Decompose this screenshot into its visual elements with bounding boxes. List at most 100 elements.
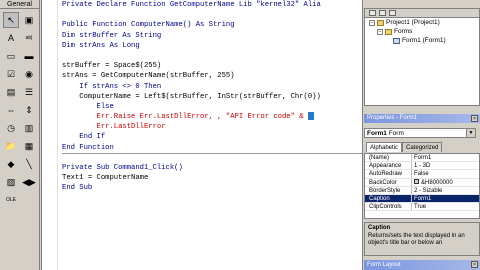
code-line[interactable]: Private Declare Function GetComputerName… [62,0,362,10]
code-line[interactable]: Dim strAns As Long [62,41,362,51]
object-type: Form [388,130,404,137]
description-text: Returns/sets the text displayed in an ob… [368,233,465,247]
label-icon[interactable]: A [3,30,19,46]
properties-title-text: Properties - Form1 [367,115,418,121]
code-editor[interactable]: Private Declare Function GetComputerName… [41,0,363,270]
tree-item-project[interactable]: − Project1 (Project1) [369,18,479,27]
line-icon[interactable]: ╲ [21,156,37,172]
hscroll-icon[interactable]: ⇔ [3,102,19,118]
property-name: AutoRedraw [365,170,412,178]
code-line[interactable]: If strAns <> 0 Then [62,82,362,92]
combobox-icon[interactable]: ▤ [3,84,19,100]
toolbox-title: General [0,0,39,9]
tab-alphabetic[interactable]: Alphabetic [366,142,403,152]
object-name: Form1 [367,130,387,137]
frame-icon[interactable]: ▭ [3,48,19,64]
data-icon[interactable]: ◀▶ [21,174,37,190]
property-value-text: &H8000000 [421,179,453,186]
property-value[interactable]: True [412,203,479,210]
form-layout-title: Form Layout × [364,260,480,270]
code-line[interactable]: Text1 = ComputerName [62,173,362,183]
view-object-icon[interactable] [379,10,386,16]
textbox-icon[interactable]: ab| [21,30,37,46]
property-value[interactable]: &H8000000 [412,179,479,186]
project-tree: − Project1 (Project1) − Forms Form1 (For… [365,18,479,45]
optionbutton-icon[interactable]: ◉ [21,66,37,82]
property-row[interactable]: Caption Form1 [365,194,479,204]
project-icon [377,19,384,26]
tree-item-forms[interactable]: − Forms [369,27,479,36]
property-name: Caption [365,194,412,203]
code-line[interactable]: Private Sub Command1_Click() [62,163,362,173]
property-name: BorderStyle [365,186,412,194]
caret-marker [307,112,314,121]
property-value[interactable]: False [412,170,479,177]
tree-item-form1[interactable]: Form1 (Form1) [369,36,479,45]
toolbox: General ↖ ▣ Aab| ▭ ▬ ☑ ◉ ▤ ☰ ⇔ ⇕ ◷ ▥ 📁 ▦ ◆ ╲ ▨ ◀▶ OLE [0,0,40,270]
filelist-icon[interactable]: ▦ [21,138,37,154]
code-line[interactable] [62,10,362,20]
collapse-icon[interactable]: − [377,28,383,35]
object-selector[interactable]: Form1 Form ▼ [364,128,476,138]
code-line[interactable] [62,51,362,61]
collapse-icon[interactable]: − [369,19,375,26]
properties-grid: (Name) Form1 Appearance 1 - 3D AutoRedraw Fal… [364,153,480,219]
view-code-icon[interactable] [369,10,376,16]
vscroll-icon[interactable]: ⇕ [21,102,37,118]
picturebox-icon[interactable]: ▣ [21,12,37,28]
property-name: ClipControls [365,203,412,211]
property-value[interactable]: Form1 [412,154,479,161]
code-line[interactable] [62,152,362,163]
forms-label: Forms [394,28,413,35]
property-row[interactable]: AutoRedraw False [365,170,479,179]
code-line[interactable]: Dim strBuffer As String [62,31,362,41]
close-icon[interactable]: × [471,261,478,268]
properties-tabs: Alphabetic Categorized [366,142,443,152]
code-text[interactable]: Private Declare Function GetComputerName… [62,0,362,194]
image-icon[interactable]: ▨ [3,174,19,190]
property-row[interactable]: ClipControls True [365,203,479,212]
code-line[interactable]: ComputerName = Left$(strBuffer, InStr(st… [62,92,362,102]
dirlist-icon[interactable]: 📁 [3,138,19,154]
code-gutter [42,0,58,270]
drivelist-icon[interactable]: ▥ [21,120,37,136]
project-explorer: − Project1 (Project1) − Forms Form1 (For… [364,8,480,106]
close-icon[interactable]: × [471,115,478,122]
form-layout-title-text: Form Layout [367,262,401,268]
property-description: Caption Returns/sets the text displayed … [364,222,480,256]
listbox-icon[interactable]: ☰ [21,84,37,100]
code-line[interactable]: strAns = GetComputerName(strBuffer, 255) [62,71,362,81]
code-line[interactable]: strBuffer = Space$(255) [62,61,362,71]
property-row[interactable]: (Name) Form1 [365,154,479,163]
toggle-folders-icon[interactable] [389,10,396,16]
tab-categorized[interactable]: Categorized [402,142,443,152]
description-title: Caption [368,225,391,231]
code-line[interactable]: End If [62,132,362,142]
property-row[interactable]: Appearance 1 - 3D [365,162,479,171]
properties-title: Properties - Form1 × [364,114,480,123]
timer-icon[interactable]: ◷ [3,120,19,136]
shape-icon[interactable]: ◆ [3,156,19,172]
code-line[interactable]: Public Function ComputerName() As String [62,20,362,30]
ole-icon[interactable]: OLE [3,192,19,208]
property-value[interactable]: 2 - Sizable [412,187,479,194]
pointer-icon[interactable]: ↖ [3,12,19,28]
property-name: Appearance [365,162,412,170]
project-toolbar [365,9,479,18]
property-row[interactable]: BackColor &H8000000 [365,178,479,187]
code-line[interactable]: Else [62,102,362,112]
right-dock: − Project1 (Project1) − Forms Form1 (For… [364,0,480,270]
commandbutton-icon[interactable]: ▬ [21,48,37,64]
project-label: Project1 (Project1) [386,19,440,26]
chevron-down-icon[interactable]: ▼ [466,129,475,137]
code-line[interactable]: Err.Raise Err.LastDllError, , "API Error… [62,112,362,122]
property-value[interactable]: 1 - 3D [412,162,479,169]
code-line[interactable]: End Function [62,143,362,153]
code-line[interactable]: Err.LastDllError [62,122,362,132]
property-name: (Name) [365,154,412,162]
code-line[interactable]: End Sub [62,183,362,193]
property-value[interactable]: Form1 [412,194,479,203]
property-row[interactable]: BorderStyle 2 - Sizable [365,186,479,195]
checkbox-icon[interactable]: ☑ [3,66,19,82]
form1-label: Form1 (Form1) [402,37,446,44]
